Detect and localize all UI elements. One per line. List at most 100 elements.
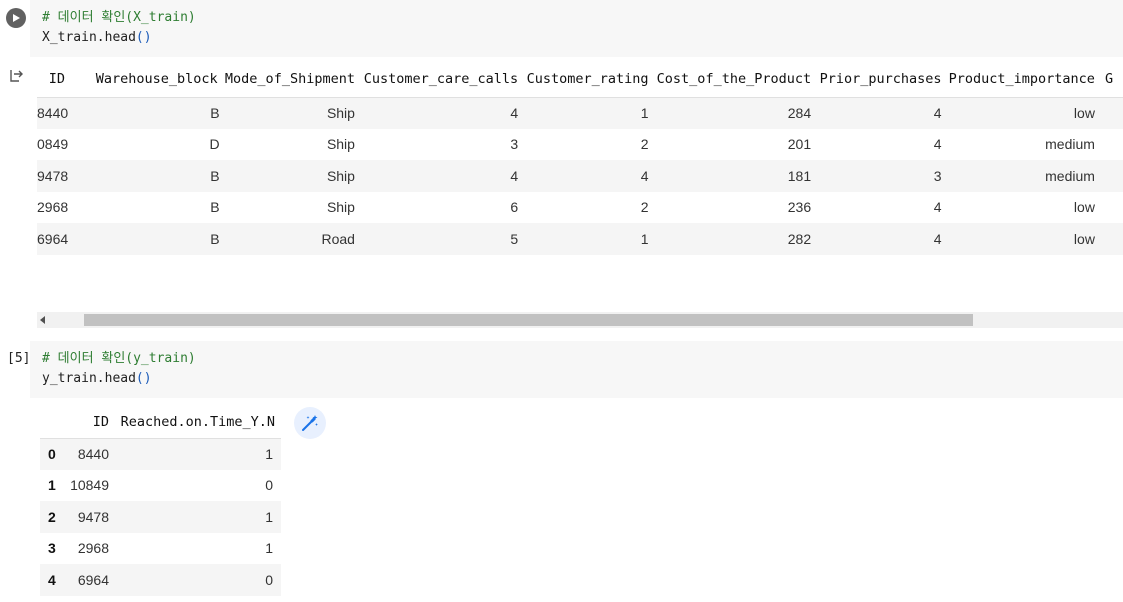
table-cell: 4 [933,136,942,153]
table-cell: 6964 [37,230,69,247]
scroll-left-arrow-icon[interactable] [40,316,45,324]
table-cell: B [210,167,220,184]
table-header-row: ID Reached.on.Time_Y.N [40,406,281,439]
scrollbar-thumb[interactable] [84,314,973,326]
table-cell: B [210,199,220,216]
table-cell [1101,160,1123,192]
table-cell: 1 [265,508,273,525]
table-cell: 236 [787,199,812,216]
table-cell: B [210,230,220,247]
horizontal-scrollbar[interactable] [37,312,1123,328]
table-row: 2968 B Ship 6 2 236 4 low [37,192,1123,224]
table-row: 4 6964 0 [40,564,281,596]
column-header: G [1100,62,1123,98]
table-cell: 2968 [37,199,69,216]
table-cell: 0 [265,571,273,588]
table-row: 0849 D Ship 3 2 201 4 medium [37,129,1123,161]
table-cell: 8440 [37,105,69,121]
column-header: Mode_of_Shipment [221,62,359,98]
index-header [40,406,67,439]
table-cell: 3 [933,167,942,184]
table-cell: 6964 [77,571,109,588]
table-cell: 3 [510,136,519,153]
output-arrow-icon[interactable] [9,68,25,84]
table-row: 2 9478 1 [40,501,281,533]
code-comment: # 데이터 확인(X_train) [42,10,196,25]
table-row: 8440 B Ship 4 1 284 4 low [37,97,1123,129]
code-cell-2[interactable]: # 데이터 확인(y_train) y_train.head() [30,341,1123,398]
table-row: 6964 B Road 5 1 282 4 low [37,223,1123,255]
table-cell: 6 [510,199,519,216]
suggest-chart-button[interactable] [294,407,326,439]
table-cell: 201 [787,136,812,153]
column-header: Cost_of_the_Product [652,62,816,98]
table-cell: 4 [933,199,942,216]
table-cell: Ship [326,167,355,184]
execution-count: [5] [7,351,31,366]
row-index: 3 [48,540,56,557]
table-cell: 2 [640,136,649,153]
y-train-table: ID Reached.on.Time_Y.N 0 8440 1 1 10849 … [40,406,281,596]
table-cell: 4 [640,167,649,184]
row-index: 1 [48,477,56,494]
column-header: Warehouse_block [73,62,222,98]
table-row: 1 10849 0 [40,470,281,502]
table-row: 0 8440 1 [40,438,281,470]
play-icon [13,14,20,22]
table-row: 9478 B Ship 4 4 181 3 medium [37,160,1123,192]
table-cell [1101,129,1123,161]
table-cell: 9478 [77,508,109,525]
table-cell: Road [321,230,355,247]
row-index: 0 [48,446,56,462]
row-index: 4 [48,571,56,588]
table-header-row: ID Warehouse_block Mode_of_Shipment Cust… [37,62,1123,98]
column-header: ID [67,406,111,439]
column-header: Customer_rating [522,62,653,98]
table-cell: 4 [933,230,942,247]
table-row: 3 2968 1 [40,533,281,565]
table-cell [1101,97,1123,129]
code-comment: # 데이터 확인(y_train) [42,351,196,366]
table-cell: medium [1045,136,1095,153]
table-cell: 4 [933,105,942,121]
table-cell: Ship [326,105,355,121]
table-cell: 4 [510,167,519,184]
magic-wand-icon [302,415,318,431]
run-cell-button[interactable] [6,8,26,28]
table-cell [1101,192,1123,224]
x-train-table: ID Warehouse_block Mode_of_Shipment Cust… [37,62,1123,255]
table-cell: 10849 [70,477,109,494]
table-cell: 2 [640,199,649,216]
table-cell: low [1073,199,1095,216]
table-cell: 284 [787,105,812,121]
column-header: Product_importance [945,62,1101,98]
table-cell: 8440 [77,446,109,462]
code-call: y_train.head [42,371,136,386]
code-cell-1[interactable]: # 데이터 확인(X_train) X_train.head() [6,0,1123,57]
column-header: Customer_care_calls [358,62,523,98]
row-index: 2 [48,508,56,525]
table-cell: 5 [510,230,519,247]
table-cell: Ship [326,199,355,216]
table-cell: 1 [640,105,649,121]
table-cell: 282 [787,230,812,247]
table-cell: 2968 [77,540,109,557]
code-statement: X_train.head() [42,30,152,46]
column-header: Reached.on.Time_Y.N [111,406,281,439]
dataframe-output-1: ID Warehouse_block Mode_of_Shipment Cust… [37,62,1123,257]
table-cell: 1 [265,540,273,557]
column-header: Prior_purchases [815,62,946,98]
code-call: X_train.head [42,30,136,45]
table-cell: 1 [640,230,649,247]
table-cell: B [210,105,220,121]
table-cell: 181 [787,167,812,184]
table-cell: 9478 [37,167,69,184]
table-cell: D [209,136,220,153]
table-cell: 1 [265,446,273,462]
column-header: ID [37,62,74,98]
table-cell: 0 [265,477,273,494]
table-cell: medium [1045,167,1095,184]
code-parens: () [135,30,152,45]
dataframe-output-2: ID Reached.on.Time_Y.N 0 8440 1 1 10849 … [40,406,281,596]
table-cell: 0849 [37,136,69,153]
